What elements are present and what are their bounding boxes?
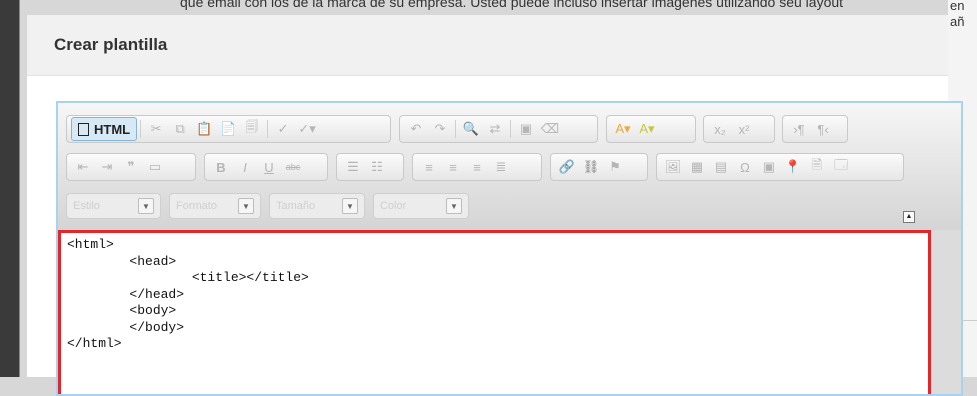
superscript-icon[interactable]: x²	[733, 118, 755, 140]
chevron-down-icon: ▼	[446, 198, 462, 214]
table-icon[interactable]: ▦	[686, 156, 708, 178]
background-description-text: que email con los de la marca de su empr…	[180, 0, 844, 10]
size-dropdown[interactable]: Tamaño ▼	[269, 193, 365, 219]
cut-icon[interactable]: ✂	[145, 118, 167, 140]
paste-text-icon[interactable]: 📄	[217, 118, 239, 140]
toolbar-group-basic-styles: B I U abc	[204, 153, 328, 181]
bold-icon[interactable]: B	[210, 156, 232, 178]
replace-icon[interactable]: ⇄	[484, 118, 506, 140]
align-left-icon[interactable]: ≡	[418, 156, 440, 178]
modal-title: Crear plantilla	[54, 35, 168, 54]
ltr-icon[interactable]: ›¶	[788, 118, 810, 140]
paste-icon[interactable]: 📋	[193, 118, 215, 140]
align-center-icon[interactable]: ≡	[442, 156, 464, 178]
eraser-icon[interactable]: ⌫	[539, 118, 561, 140]
toolbar-separator	[140, 120, 142, 138]
toolbar-group-links: 🔗 ⛓ ⚑	[550, 153, 648, 181]
toolbar-group-direction: ›¶ ¶‹	[782, 115, 848, 143]
numbered-list-icon[interactable]: ☰	[342, 156, 364, 178]
toolbar-group-lists: ☰ ☷	[336, 153, 404, 181]
create-template-modal: Crear plantilla HTML ✂ ⧉ 📋 📄 🗐 ✓ ✓▾ ↶ ↷ …	[27, 15, 963, 396]
source-code-area[interactable]: <html> <head> <title></title> </head> <b…	[58, 230, 931, 394]
color-dropdown-label: Color	[380, 200, 407, 212]
iframe-icon[interactable]: ▣	[758, 156, 780, 178]
background-color-icon[interactable]: A▾	[636, 118, 658, 140]
size-dropdown-label: Tamaño	[276, 200, 316, 212]
collapse-toolbar-icon[interactable]: ▲	[903, 211, 915, 223]
chevron-down-icon: ▼	[138, 198, 154, 214]
unlink-icon[interactable]: ⛓	[580, 156, 602, 178]
code-line: <html>	[67, 237, 114, 252]
link-icon[interactable]: 🔗	[556, 156, 578, 178]
code-line: <title></title>	[67, 270, 309, 285]
html-source-label: HTML	[94, 121, 131, 137]
indent-icon[interactable]: ⇥	[96, 156, 118, 178]
background-right-text-2: añ	[950, 14, 965, 29]
background-divider	[19, 0, 20, 377]
background-right-text-1: en	[950, 0, 965, 13]
code-line: </head>	[67, 286, 185, 302]
preview-icon[interactable]: 🗔	[830, 156, 852, 178]
copy-icon[interactable]: ⧉	[169, 118, 191, 140]
rtl-icon[interactable]: ¶‹	[812, 118, 834, 140]
style-dropdown-label: Estilo	[73, 200, 100, 212]
special-char-icon[interactable]: Ω	[734, 156, 756, 178]
document-icon	[78, 122, 89, 136]
div-container-icon[interactable]: ▭	[144, 156, 166, 178]
bulleted-list-icon[interactable]: ☷	[366, 156, 388, 178]
spellcheck-dropdown-icon[interactable]: ✓▾	[296, 118, 318, 140]
paste-word-icon[interactable]: 🗐	[241, 118, 263, 140]
style-dropdown[interactable]: Estilo ▼	[66, 193, 161, 219]
text-color-icon[interactable]: A▾	[612, 118, 634, 140]
map-pin-icon[interactable]: 📍	[782, 156, 804, 178]
select-all-icon[interactable]: ▣	[515, 118, 537, 140]
code-line: <head>	[67, 253, 177, 269]
code-line: </body>	[67, 319, 185, 335]
toolbar-group-colors: A▾ A▾	[606, 115, 696, 143]
background-sidebar	[0, 0, 20, 377]
align-right-icon[interactable]: ≡	[466, 156, 488, 178]
code-line: <body>	[67, 303, 177, 318]
toolbar-group-insert: 🖼 ▦ ▤ Ω ▣ 📍 🗎 🗔	[656, 153, 904, 181]
undo-icon[interactable]: ↶	[405, 118, 427, 140]
code-line: </html>	[67, 336, 122, 351]
html-source-button[interactable]: HTML	[71, 117, 138, 141]
spellcheck-icon[interactable]: ✓	[272, 118, 294, 140]
format-dropdown-label: Formato	[176, 200, 217, 212]
format-dropdown[interactable]: Formato ▼	[169, 193, 261, 219]
color-dropdown[interactable]: Color ▼	[373, 193, 469, 219]
outdent-icon[interactable]: ⇤	[72, 156, 94, 178]
align-justify-icon[interactable]: ≣	[490, 156, 512, 178]
toolbar-group-align: ≡ ≡ ≡ ≣	[412, 153, 542, 181]
toolbar-separator	[455, 120, 456, 138]
horizontal-rule-icon[interactable]: ▤	[710, 156, 732, 178]
source-code-text[interactable]: <html> <head> <title></title> </head> <b…	[61, 233, 928, 353]
blockquote-icon[interactable]: ❞	[120, 156, 142, 178]
strikethrough-icon[interactable]: abc	[282, 156, 304, 178]
template-icon[interactable]: 🗎	[806, 156, 828, 178]
rich-text-editor: HTML ✂ ⧉ 📋 📄 🗐 ✓ ✓▾ ↶ ↷ 🔍 ⇄ ▣ ⌫ A▾ A▾ x₂…	[56, 101, 963, 396]
chevron-down-icon: ▼	[342, 198, 358, 214]
toolbar-group-indent: ⇤ ⇥ ❞ ▭	[66, 153, 196, 181]
find-icon[interactable]: 🔍	[460, 118, 482, 140]
toolbar-separator	[267, 120, 269, 138]
toolbar-separator	[510, 120, 511, 138]
image-icon[interactable]: 🖼	[662, 156, 684, 178]
chevron-down-icon: ▼	[238, 198, 254, 214]
underline-icon[interactable]: U	[258, 156, 280, 178]
toolbar-group-clipboard: HTML ✂ ⧉ 📋 📄 🗐 ✓ ✓▾	[66, 115, 391, 143]
toolbar-group-script: x₂ x²	[703, 115, 775, 143]
italic-icon[interactable]: I	[234, 156, 256, 178]
editor-toolbar: HTML ✂ ⧉ 📋 📄 🗐 ✓ ✓▾ ↶ ↷ 🔍 ⇄ ▣ ⌫ A▾ A▾ x₂…	[58, 103, 961, 231]
editor-right-gutter	[933, 230, 961, 394]
modal-header: Crear plantilla	[27, 15, 948, 76]
anchor-flag-icon[interactable]: ⚑	[604, 156, 626, 178]
subscript-icon[interactable]: x₂	[709, 118, 731, 140]
redo-icon[interactable]: ↷	[429, 118, 451, 140]
toolbar-group-undo: ↶ ↷ 🔍 ⇄ ▣ ⌫	[399, 115, 598, 143]
